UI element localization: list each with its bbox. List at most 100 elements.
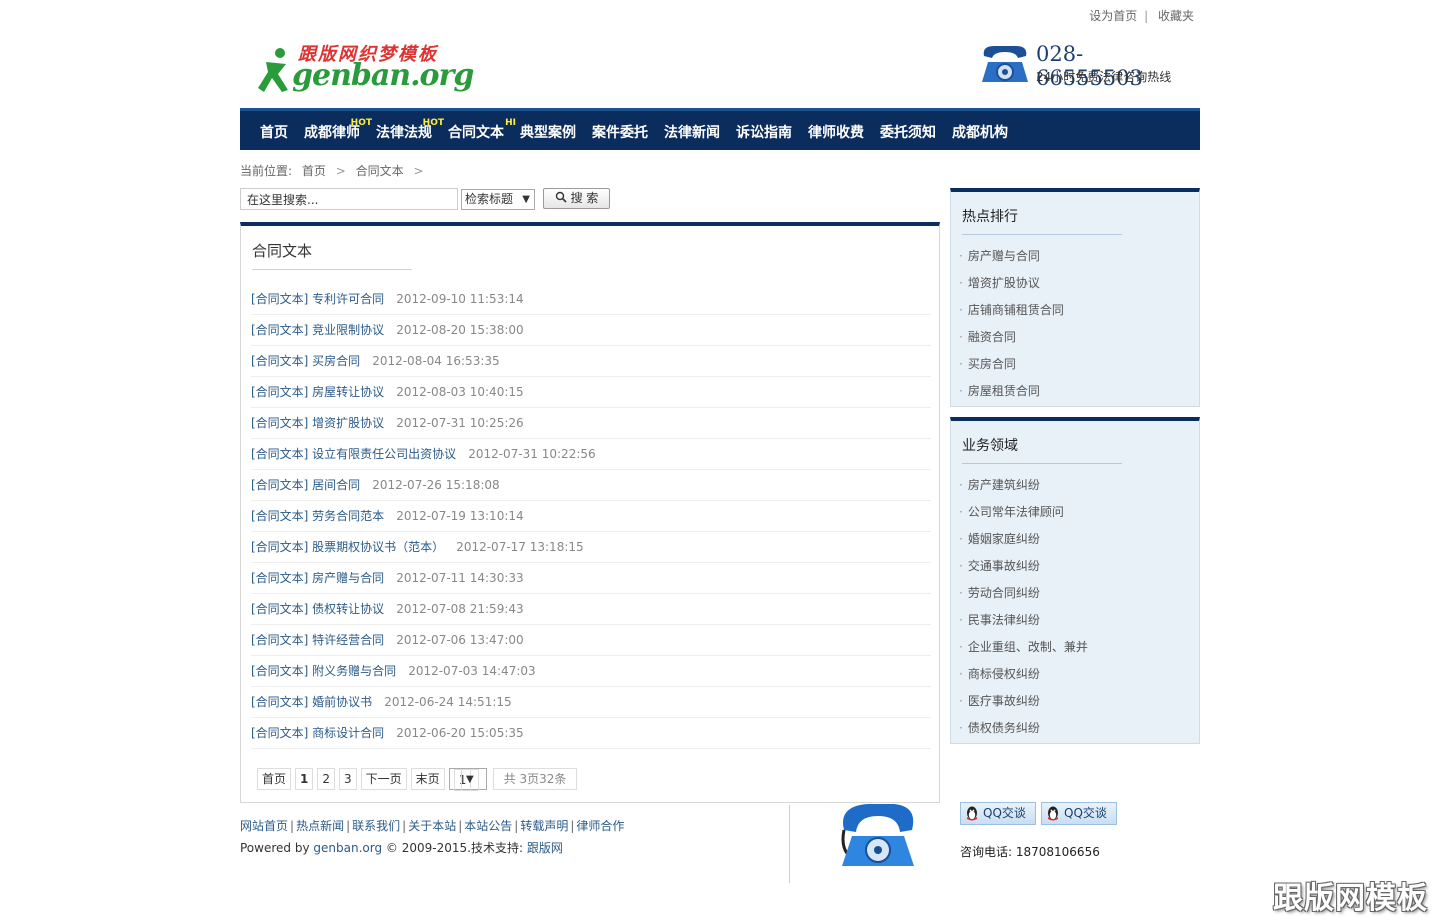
runner-logo-icon xyxy=(258,48,288,92)
panel-title: 合同文本 xyxy=(252,242,313,260)
article-link[interactable]: [合同文本] 特许经营合同 xyxy=(251,633,384,647)
list-item: [合同文本] 专利许可合同 2012-09-10 11:53:14 xyxy=(251,284,931,315)
article-link[interactable]: [合同文本] 竞业限制协议 xyxy=(251,323,384,337)
pager-next[interactable]: 下一页 xyxy=(360,768,407,790)
article-date: 2012-07-19 13:10:14 xyxy=(396,509,524,523)
article-date: 2012-07-31 10:22:56 xyxy=(468,447,596,461)
pager-first[interactable]: 首页 xyxy=(257,768,292,790)
list-item[interactable]: 企业重组、改制、兼并 xyxy=(959,634,1088,661)
article-link[interactable]: [合同文本] 商标设计合同 xyxy=(251,726,384,740)
article-link[interactable]: [合同文本] 设立有限责任公司出资协议 xyxy=(251,447,456,461)
article-date: 2012-07-26 15:18:08 xyxy=(372,478,500,492)
nav-item-chengdu-lawyers[interactable]: 成都律师 HOT xyxy=(296,111,372,155)
powered-by: Powered by genban.org © 2009-2015.技术支持: … xyxy=(240,841,563,855)
list-item: [合同文本] 竞业限制协议 2012-08-20 15:38:00 xyxy=(251,315,931,346)
nav-item-case-entrust[interactable]: 案件委托 xyxy=(584,111,656,155)
footer-link-cooperation[interactable]: 律师合作 xyxy=(576,819,624,833)
footer-link-contact[interactable]: 联系我们 xyxy=(352,819,400,833)
qq-chat-button[interactable]: QQ交谈 xyxy=(1041,802,1117,825)
article-link[interactable]: [合同文本] 债权转让协议 xyxy=(251,602,384,616)
panel-title: 热点排行 xyxy=(962,209,1018,225)
bookmark-link[interactable]: 收藏夹 xyxy=(1158,9,1194,23)
article-link[interactable]: [合同文本] 房屋转让协议 xyxy=(251,385,384,399)
list-item: [合同文本] 买房合同 2012-08-04 16:53:35 xyxy=(251,346,931,377)
list-item[interactable]: 劳动合同纠纷 xyxy=(959,580,1088,607)
list-item[interactable]: 公司常年法律顾问 xyxy=(959,499,1088,526)
nav-item-contracts[interactable]: 合同文本 HI xyxy=(440,111,516,155)
list-item: [合同文本] 婚前协议书 2012-06-24 14:51:15 xyxy=(251,687,931,718)
main-nav: 首页 成都律师 HOT 法律法规 HOT 合同文本 HI 典型案例 案件委托 法律新闻… xyxy=(240,108,1200,150)
list-item[interactable]: 债权债务纠纷 xyxy=(959,715,1088,742)
support-link[interactable]: 跟版网 xyxy=(527,841,563,855)
list-item[interactable]: 民事法律纠纷 xyxy=(959,607,1088,634)
article-date: 2012-07-03 14:47:03 xyxy=(408,664,536,678)
list-item[interactable]: 买房合同 xyxy=(959,351,1064,378)
footer-separator: | xyxy=(346,819,351,833)
nav-item-lawyer-fees[interactable]: 律师收费 xyxy=(800,111,872,155)
title-divider xyxy=(962,234,1122,235)
qq-penguin-icon xyxy=(967,806,977,821)
hot-rank-list: 房产赠与合同 增资扩股协议 店铺商铺租赁合同 融资合同 买房合同 房屋租赁合同 xyxy=(959,243,1064,405)
search-button[interactable]: 搜 索 xyxy=(543,188,610,209)
list-item[interactable]: 房产赠与合同 xyxy=(959,243,1064,270)
pager-page-1[interactable]: 1 xyxy=(295,768,314,790)
panel-title: 业务领域 xyxy=(962,438,1018,454)
site-logo[interactable]: 跟版网织梦模板 genban.org xyxy=(258,40,474,96)
list-item[interactable]: 房产建筑纠纷 xyxy=(959,472,1088,499)
nav-item-litigation-guide[interactable]: 诉讼指南 xyxy=(728,111,800,155)
article-link[interactable]: [合同文本] 房产赠与合同 xyxy=(251,571,384,585)
nav-item-entrust-notice[interactable]: 委托须知 xyxy=(872,111,944,155)
nav-item-legal-news[interactable]: 法律新闻 xyxy=(656,111,728,155)
dropdown-arrow-icon: ▼ xyxy=(522,194,530,205)
pager-page-2[interactable]: 2 xyxy=(317,768,336,790)
footer-link-news[interactable]: 热点新闻 xyxy=(296,819,344,833)
powered-link[interactable]: genban.org xyxy=(313,841,382,855)
business-areas-panel: 业务领域 房产建筑纠纷 公司常年法律顾问 婚姻家庭纠纷 交通事故纠纷 劳动合同纠… xyxy=(950,417,1200,744)
footer-link-about[interactable]: 关于本站 xyxy=(408,819,456,833)
list-item: [合同文本] 股票期权协议书（范本） 2012-07-17 13:18:15 xyxy=(251,532,931,563)
list-item: [合同文本] 房屋转让协议 2012-08-03 10:40:15 xyxy=(251,377,931,408)
footer-link-notice[interactable]: 本站公告 xyxy=(464,819,512,833)
article-link[interactable]: [合同文本] 股票期权协议书（范本） xyxy=(251,540,444,554)
breadcrumb-arrow: > xyxy=(335,164,346,178)
list-item[interactable]: 店铺商铺租赁合同 xyxy=(959,297,1064,324)
list-item[interactable]: 增资扩股协议 xyxy=(959,270,1064,297)
list-item[interactable]: 交通事故纠纷 xyxy=(959,553,1088,580)
list-item[interactable]: 房屋租赁合同 xyxy=(959,378,1064,405)
search-scope-select[interactable]: 检索标题 ▼ xyxy=(461,189,535,210)
article-link[interactable]: [合同文本] 婚前协议书 xyxy=(251,695,372,709)
search-input[interactable] xyxy=(240,188,458,210)
breadcrumb-home[interactable]: 首页 xyxy=(302,164,326,178)
article-date: 2012-07-11 14:30:33 xyxy=(396,571,524,585)
list-item[interactable]: 医疗事故纠纷 xyxy=(959,688,1088,715)
pager-page-3[interactable]: 3 xyxy=(339,768,357,790)
article-link[interactable]: [合同文本] 增资扩股协议 xyxy=(251,416,384,430)
set-homepage-link[interactable]: 设为首页 xyxy=(1089,9,1137,23)
breadcrumb-contracts[interactable]: 合同文本 xyxy=(356,164,404,178)
hotline-subtitle: 24小时免费法律咨询热线 xyxy=(1036,70,1172,84)
article-link[interactable]: [合同文本] 附义务赠与合同 xyxy=(251,664,396,678)
footer-link-home[interactable]: 网站首页 xyxy=(240,819,288,833)
article-date: 2012-06-24 14:51:15 xyxy=(384,695,512,709)
footer-link-reprint[interactable]: 转载声明 xyxy=(520,819,568,833)
list-item[interactable]: 婚姻家庭纠纷 xyxy=(959,526,1088,553)
list-item: [合同文本] 居间合同 2012-07-26 15:18:08 xyxy=(251,470,931,501)
nav-item-cases[interactable]: 典型案例 xyxy=(512,111,584,155)
business-list: 房产建筑纠纷 公司常年法律顾问 婚姻家庭纠纷 交通事故纠纷 劳动合同纠纷 民事法… xyxy=(959,472,1088,742)
qq-chat-button[interactable]: QQ交谈 xyxy=(960,802,1036,825)
nav-item-chengdu-institutions[interactable]: 成都机构 xyxy=(944,111,1016,155)
list-item[interactable]: 商标侵权纠纷 xyxy=(959,661,1088,688)
article-date: 2012-08-04 16:53:35 xyxy=(372,354,500,368)
pager-last[interactable]: 末页 xyxy=(410,768,445,790)
article-link[interactable]: [合同文本] 居间合同 xyxy=(251,478,360,492)
list-item[interactable]: 融资合同 xyxy=(959,324,1064,351)
nav-item-laws[interactable]: 法律法规 HOT xyxy=(368,111,444,155)
article-link[interactable]: [合同文本] 劳务合同范本 xyxy=(251,509,384,523)
pager-select[interactable]: 1 ▼ xyxy=(448,768,487,791)
article-link[interactable]: [合同文本] 专利许可合同 xyxy=(251,292,384,306)
article-link[interactable]: [合同文本] 买房合同 xyxy=(251,354,360,368)
footer-separator: | xyxy=(458,819,463,833)
nav-item-home[interactable]: 首页 xyxy=(252,111,296,155)
page-wrapper: 设为首页 | 收藏夹 跟版网织梦模板 genban.org 028-665555… xyxy=(240,0,1200,923)
consult-phone: 咨询电话: 18708106656 xyxy=(960,845,1100,859)
